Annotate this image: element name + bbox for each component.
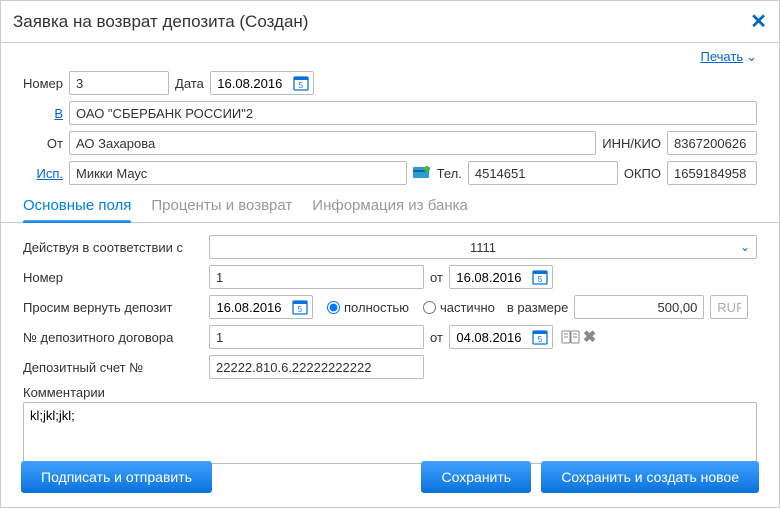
from-label: От [23, 136, 63, 151]
radio-partial[interactable] [423, 301, 436, 314]
isp-label-link[interactable]: Исп. [23, 166, 63, 181]
to-field [69, 101, 757, 125]
svg-text:5: 5 [538, 335, 543, 344]
print-link[interactable]: Печать⌄ [701, 49, 758, 64]
contract-date-field[interactable] [450, 266, 528, 288]
print-label: Печать [701, 49, 744, 64]
card-icon[interactable] [413, 166, 431, 180]
from-field [69, 131, 596, 155]
svg-text:5: 5 [298, 305, 303, 314]
svg-text:5: 5 [538, 275, 543, 284]
currency-field [710, 295, 748, 319]
number-field[interactable] [69, 71, 169, 95]
acting-value: 1111 [470, 240, 496, 255]
amount-field [574, 295, 704, 319]
tab-percent[interactable]: Проценты и возврат [151, 191, 292, 222]
radio-full[interactable] [327, 301, 340, 314]
tel-label: Тел. [437, 166, 462, 181]
date-field-wrap[interactable]: 5 [210, 71, 314, 95]
innkio-field [667, 131, 757, 155]
contract-date-wrap[interactable]: 5 [449, 265, 553, 289]
return-date-field[interactable] [210, 296, 288, 318]
save-new-button[interactable]: Сохранить и создать новое [541, 461, 759, 493]
calendar-icon[interactable]: 5 [531, 268, 549, 286]
tab-bankinfo[interactable]: Информация из банка [312, 191, 468, 222]
okpo-label: ОКПО [624, 166, 661, 181]
isp-field[interactable] [69, 161, 407, 185]
lookup-icon[interactable] [561, 329, 581, 345]
dep-account-label: Депозитный счет № [23, 360, 203, 375]
close-icon[interactable]: ✕ [750, 9, 767, 34]
chevron-down-icon: ⌄ [746, 49, 757, 65]
tab-main[interactable]: Основные поля [23, 191, 131, 222]
acting-label: Действуя в соответствии с [23, 240, 203, 255]
return-label: Просим вернуть депозит [23, 300, 203, 315]
dep-contract-number-field[interactable] [209, 325, 424, 349]
action-bar: Подписать и отправить Сохранить Сохранит… [1, 449, 779, 507]
dep-contract-date-wrap[interactable]: 5 [449, 325, 553, 349]
date-label: Дата [175, 76, 204, 91]
calendar-icon[interactable]: 5 [291, 298, 309, 316]
comments-label: Комментарии [23, 385, 105, 400]
dialog-window: Заявка на возврат депозита (Создан) ✕ Пе… [0, 0, 780, 508]
dep-contract-date-field[interactable] [450, 326, 528, 348]
ot-label-1: от [430, 270, 443, 285]
amount-label: в размере [507, 300, 568, 315]
tabs: Основные поля Проценты и возврат Информа… [1, 191, 779, 223]
ot-label-2: от [430, 330, 443, 345]
tel-field[interactable] [468, 161, 618, 185]
tab-content-main: Действуя в соответствии с 1111 ⌄ Номер о… [1, 223, 779, 467]
chevron-down-icon: ⌄ [740, 240, 750, 254]
save-button[interactable]: Сохранить [421, 461, 531, 493]
window-title: Заявка на возврат депозита (Создан) [13, 12, 308, 32]
innkio-label: ИНН/КИО [602, 136, 661, 151]
sign-send-button[interactable]: Подписать и отправить [21, 461, 212, 493]
dep-contract-label: № депозитного договора [23, 330, 203, 345]
okpo-field [667, 161, 757, 185]
contract-number-label: Номер [23, 270, 203, 285]
titlebar: Заявка на возврат депозита (Создан) ✕ [1, 1, 779, 43]
return-date-wrap[interactable]: 5 [209, 295, 313, 319]
radio-full-label: полностью [344, 300, 409, 315]
to-label-link[interactable]: В [23, 106, 63, 121]
date-field[interactable] [211, 72, 289, 94]
dep-account-field[interactable] [209, 355, 424, 379]
svg-text:5: 5 [299, 81, 304, 90]
contract-number-field[interactable] [209, 265, 424, 289]
clear-icon[interactable]: ✖ [583, 327, 596, 347]
radio-partial-label: частично [440, 300, 495, 315]
number-label: Номер [23, 76, 63, 91]
calendar-icon[interactable]: 5 [292, 74, 310, 92]
acting-dropdown[interactable]: 1111 ⌄ [209, 235, 757, 259]
calendar-icon[interactable]: 5 [531, 328, 549, 346]
